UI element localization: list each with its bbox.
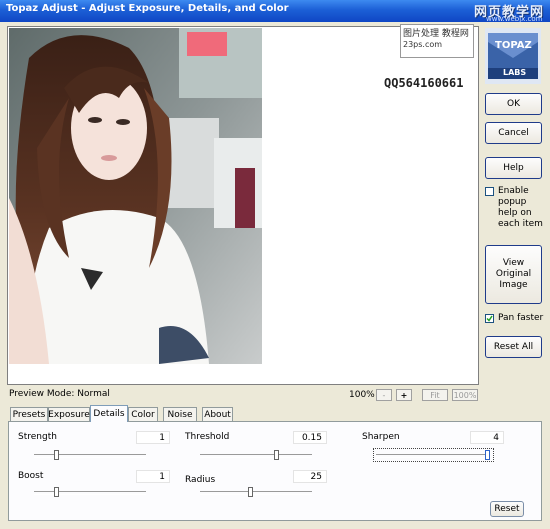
boost-slider-thumb[interactable]	[54, 487, 60, 497]
overlay-text: QQ564160661	[384, 76, 464, 90]
radius-slider-track[interactable]	[200, 491, 312, 495]
boost-label: Boost	[18, 471, 44, 481]
tab-details[interactable]: Details	[90, 405, 128, 422]
zoom-fit-button[interactable]: Fit	[422, 389, 448, 401]
radius-label: Radius	[185, 475, 216, 485]
zoom-out-button[interactable]: -	[376, 389, 392, 401]
help-button[interactable]: Help	[485, 157, 542, 179]
strength-value[interactable]: 1	[136, 431, 170, 444]
threshold-label: Threshold	[185, 432, 230, 442]
tab-presets[interactable]: Presets	[10, 407, 48, 421]
enable-popup-checkbox[interactable]	[485, 187, 494, 196]
tab-noise[interactable]: Noise	[163, 407, 197, 421]
window-title: Topaz Adjust - Adjust Exposure, Details,…	[6, 3, 289, 14]
zoom-in-button[interactable]: +	[396, 389, 412, 401]
enable-popup-label: Enable popup help on each item	[498, 186, 543, 229]
pan-faster-checkbox[interactable]	[485, 314, 494, 323]
strength-slider-thumb[interactable]	[54, 450, 60, 460]
logo-text-top: TOPAZ	[495, 40, 532, 51]
check-icon	[486, 315, 493, 322]
zoom-value: 100%	[349, 390, 375, 400]
preview-photo[interactable]	[9, 28, 262, 364]
sharpen-label: Sharpen	[362, 432, 400, 442]
preview-mode-label: Preview Mode: Normal	[9, 389, 110, 399]
pan-faster-label: Pan faster	[498, 313, 544, 323]
zoom-100-button[interactable]: 100%	[452, 389, 478, 401]
logo-text-bottom: LABS	[503, 68, 527, 77]
sharpen-value[interactable]: 4	[470, 431, 504, 444]
site-watermark-url: www.webjx.com	[486, 15, 543, 23]
ok-button[interactable]: OK	[485, 93, 542, 115]
sharpen-slider-thumb[interactable]	[484, 450, 490, 460]
strength-slider-track[interactable]	[34, 454, 146, 458]
reset-all-button[interactable]: Reset All	[485, 336, 542, 358]
cancel-button[interactable]: Cancel	[485, 122, 542, 144]
radius-value[interactable]: 25	[293, 470, 327, 483]
boost-value[interactable]: 1	[136, 470, 170, 483]
tab-color[interactable]: Color	[128, 407, 158, 421]
sharpen-slider-track[interactable]	[376, 454, 490, 458]
tab-about[interactable]: About	[202, 407, 233, 421]
view-original-button[interactable]: View Original Image	[485, 245, 542, 304]
stamp-url: 23ps.com	[403, 40, 443, 49]
radius-slider-thumb[interactable]	[248, 487, 254, 497]
tab-exposure[interactable]: Exposure	[48, 407, 90, 421]
reset-button[interactable]: Reset	[490, 501, 524, 517]
threshold-slider-track[interactable]	[200, 454, 312, 458]
stamp-text: 图片处理 教程网	[403, 29, 469, 39]
threshold-slider-thumb[interactable]	[274, 450, 280, 460]
boost-slider-track[interactable]	[34, 491, 146, 495]
strength-label: Strength	[18, 432, 57, 442]
threshold-value[interactable]: 0.15	[293, 431, 327, 444]
details-panel	[8, 421, 542, 521]
